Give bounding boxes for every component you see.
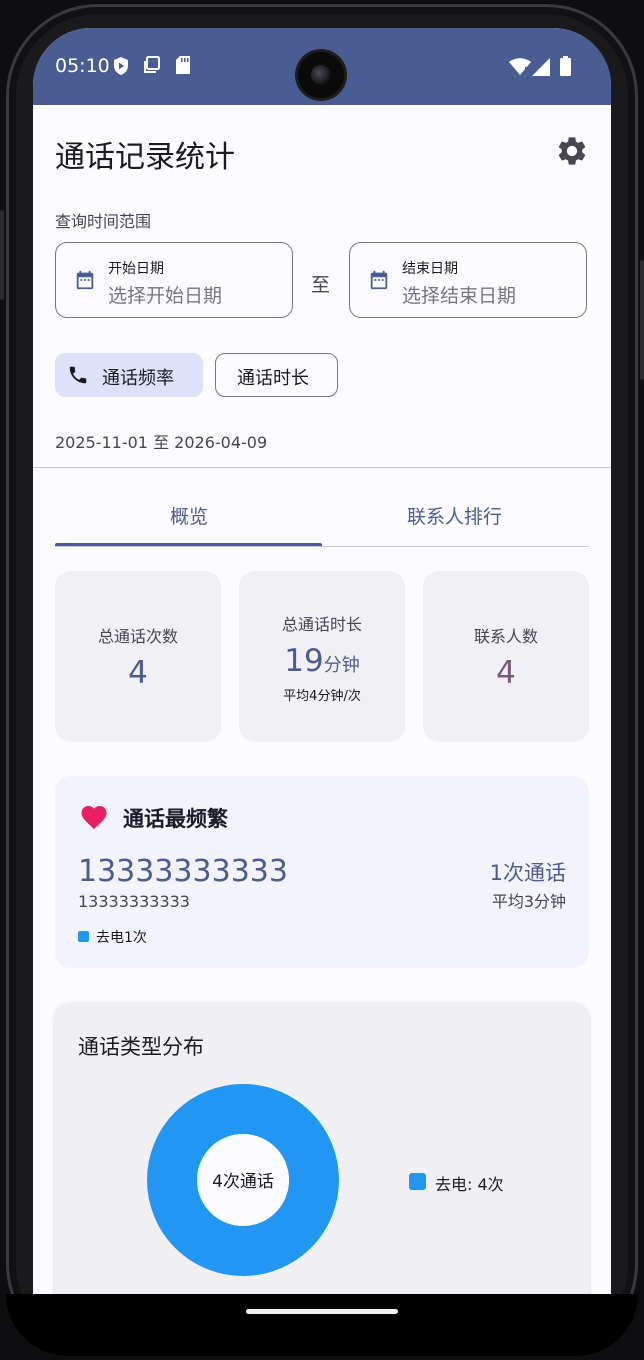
end-date-label: 结束日期 [402, 261, 458, 277]
stat-label: 联系人数 [473, 627, 538, 646]
outgoing-legend-swatch [78, 931, 89, 942]
end-date-field[interactable]: 结束日期 选择结束日期 [349, 242, 587, 318]
tab-contact-ranking[interactable]: 联系人排行 [407, 502, 502, 529]
call-count: 1次通话 [489, 861, 566, 885]
shield-play-icon [114, 57, 128, 75]
chip-call-frequency-label: 通话频率 [102, 368, 174, 389]
calendar-icon [370, 270, 388, 290]
end-date-placeholder: 选择结束日期 [402, 285, 517, 307]
tab-underline [55, 546, 589, 547]
stat-label: 总通话次数 [97, 627, 178, 646]
outgoing-legend-text: 去电1次 [96, 930, 147, 946]
most-frequent-card[interactable]: 通话最频繁 13333333333 13333333333 去电1次 1次通话 … [55, 776, 589, 968]
range-separator: 至 [311, 274, 331, 296]
sd-card-icon [176, 56, 190, 74]
call-average: 平均3分钟 [491, 892, 566, 911]
stat-value-number: 19 [284, 643, 324, 679]
stat-value: 19分钟 [239, 643, 405, 679]
chip-call-duration[interactable]: 通话时长 [215, 353, 338, 397]
start-date-field[interactable]: 开始日期 选择开始日期 [55, 242, 293, 318]
cell-signal-icon [532, 58, 550, 76]
most-frequent-title: 通话最频繁 [123, 807, 228, 831]
page-title: 通话记录统计 [55, 140, 235, 175]
stat-value: 4 [496, 655, 516, 691]
stat-card-total-calls: 总通话次数 4 [55, 571, 221, 742]
stat-card-total-duration: 总通话时长 19分钟 平均4分钟/次 [239, 571, 405, 742]
contact-number-sub: 13333333333 [78, 892, 190, 911]
bottom-bezel [6, 1294, 638, 1356]
stat-sub: 平均4分钟/次 [283, 689, 361, 704]
range-label: 查询时间范围 [55, 212, 152, 231]
status-bar: 05:10 [33, 28, 611, 105]
start-date-placeholder: 选择开始日期 [108, 285, 223, 307]
power-button [640, 260, 644, 380]
stat-card-contacts: 联系人数 4 [423, 571, 589, 742]
divider [33, 467, 611, 468]
copy-icon [144, 56, 160, 73]
heart-icon [81, 806, 107, 829]
call-type-card: 通话类型分布 4次通话 去电: 4次 [55, 1003, 589, 1294]
type-legend-text: 去电: 4次 [435, 1175, 504, 1194]
start-date-label: 开始日期 [108, 261, 164, 277]
gear-icon[interactable] [555, 134, 589, 168]
chip-call-duration-label: 通话时长 [237, 368, 309, 389]
battery-icon [560, 56, 571, 76]
volume-button [0, 210, 4, 300]
calendar-icon [76, 270, 94, 290]
contact-number: 13333333333 [78, 854, 288, 889]
type-legend-swatch [409, 1173, 426, 1190]
date-range-text: 2025-11-01 至 2026-04-09 [55, 433, 268, 452]
front-camera [298, 52, 344, 98]
call-type-title: 通话类型分布 [78, 1035, 204, 1059]
home-indicator[interactable] [246, 1309, 398, 1314]
phone-icon [69, 366, 87, 384]
donut-center-text: 4次通话 [212, 1172, 274, 1192]
wifi-icon [509, 58, 531, 75]
stat-label: 总通话时长 [281, 615, 362, 634]
stat-value-unit: 分钟 [323, 655, 360, 676]
chip-call-frequency[interactable]: 通话频率 [55, 353, 203, 397]
screen: 05:10 通话记录统计 查询时间范围 开始日期 选择开始日期 至 结束日期 选… [33, 28, 611, 1294]
tab-overview[interactable]: 概览 [170, 502, 208, 529]
status-time: 05:10 [55, 55, 110, 77]
stat-value: 4 [128, 655, 148, 691]
tab-indicator [55, 543, 322, 546]
